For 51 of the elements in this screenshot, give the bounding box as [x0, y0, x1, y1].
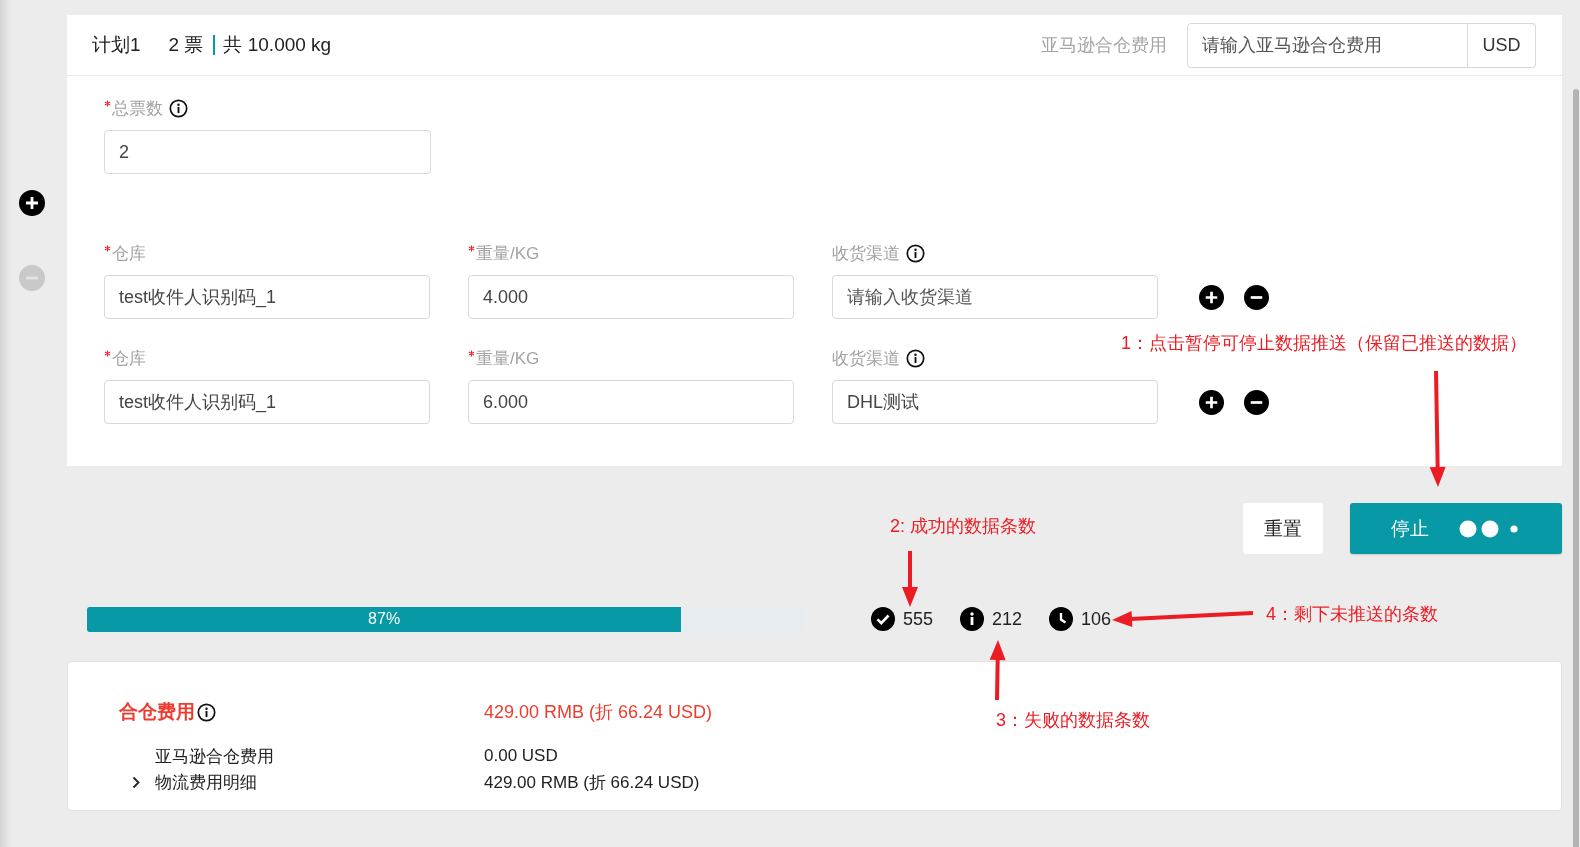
stat-count: 555: [903, 608, 934, 630]
input-field[interactable]: 6.000: [468, 380, 794, 424]
field-label: 重量/KG: [476, 242, 540, 265]
ticket-count: 2 票: [168, 33, 204, 57]
plus-circle-icon[interactable]: [1199, 284, 1224, 310]
field-label: 重量/KG: [476, 347, 540, 370]
chevron-right-icon[interactable]: [132, 775, 140, 789]
plan-title: 计划1: [92, 33, 141, 57]
minus-circle-icon[interactable]: [1244, 284, 1269, 310]
fee-total: 429.00 RMB (折 66.24 USD): [484, 701, 713, 724]
info-icon[interactable]: [906, 243, 925, 263]
stat-count: 106: [1081, 608, 1112, 630]
minus-circle-icon[interactable]: [1244, 389, 1269, 415]
input-field[interactable]: 2: [104, 130, 431, 174]
fee-title: 合仓费用: [119, 700, 195, 724]
field-label: 仓库: [112, 242, 146, 265]
info-icon[interactable]: [169, 98, 188, 118]
fee-item-label[interactable]: 物流费用明细: [155, 770, 484, 794]
check-circle-icon: [871, 607, 895, 631]
annotation-text: 1：点击暂停可停止数据推送（保留已推送的数据）: [1121, 332, 1527, 354]
info-icon[interactable]: [906, 348, 925, 368]
reset-button[interactable]: 重置: [1243, 503, 1323, 554]
input-field[interactable]: 请输入亚马逊合仓费用: [1187, 22, 1468, 68]
field-label: 仓库: [112, 347, 146, 370]
field-label: 总票数: [112, 97, 163, 120]
stat-count: 212: [992, 608, 1023, 630]
scrollbar-thumb[interactable]: [1573, 89, 1579, 847]
total-weight: 共 10.000 kg: [223, 33, 332, 57]
progress-label: 87%: [368, 610, 401, 628]
input-field[interactable]: test收件人识别码_1: [104, 275, 430, 319]
field-label: 亚马逊合仓费用: [1041, 34, 1167, 57]
fee-item-label: 亚马逊合仓费用: [155, 745, 275, 768]
annotation-text: 4：剩下未推送的条数: [1266, 603, 1438, 625]
input-field[interactable]: DHL测试: [832, 380, 1158, 424]
plus-circle-icon[interactable]: [1199, 389, 1224, 415]
field-label: 收货渠道: [832, 347, 900, 370]
fee-item-value: 0.00 USD: [484, 746, 558, 766]
field-label: 收货渠道: [832, 242, 900, 265]
input-field[interactable]: test收件人识别码_1: [104, 380, 430, 424]
annotation-arrow: [902, 551, 918, 607]
plus-circle-icon[interactable]: [19, 190, 45, 216]
currency-addon: USD: [1468, 22, 1536, 68]
info-circle-icon: [960, 607, 985, 631]
info-icon[interactable]: [197, 702, 216, 722]
annotation-text: 3：失败的数据条数: [996, 709, 1150, 731]
input-field[interactable]: 4.000: [468, 275, 794, 319]
input-field[interactable]: 请输入收货渠道: [832, 275, 1158, 319]
annotation-text: 2: 成功的数据条数: [890, 515, 1036, 537]
annotation-arrow: [989, 640, 1006, 701]
fee-item-value: 429.00 RMB (折 66.24 USD): [484, 771, 700, 794]
clock-icon: [1049, 607, 1074, 631]
